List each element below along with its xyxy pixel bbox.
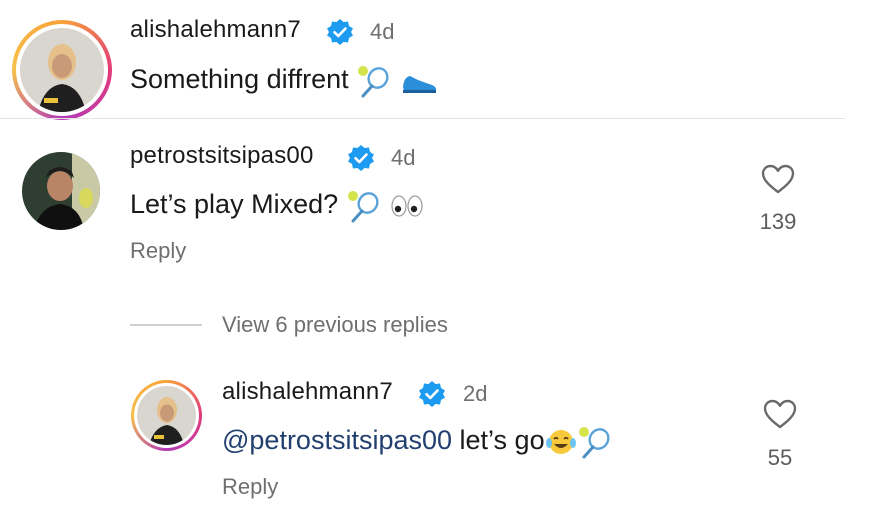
verified-badge-icon xyxy=(419,381,445,407)
story-ring[interactable] xyxy=(131,380,202,451)
comment-timestamp: 4d xyxy=(370,19,395,44)
avatar[interactable] xyxy=(22,152,100,230)
comment-text: Let’s play Mixed? xyxy=(130,189,425,223)
thread-line xyxy=(130,324,202,326)
comment-divider xyxy=(0,118,845,119)
verified-badge-icon xyxy=(348,145,374,171)
reply-timestamp: 2d xyxy=(463,381,488,406)
comment-text-body: Something diffrent xyxy=(130,64,349,95)
comment-username[interactable]: petrostsitsipas00 xyxy=(130,142,314,170)
story-ring[interactable] xyxy=(12,20,112,120)
avatar xyxy=(137,386,196,445)
like-count: 139 xyxy=(759,209,797,234)
mention-link[interactable]: @petrostsitsipas00 xyxy=(222,425,452,455)
reply-button[interactable]: Reply xyxy=(130,238,186,264)
comment-text-body: Let’s play Mixed? xyxy=(130,189,339,220)
heart-icon[interactable] xyxy=(762,398,798,430)
heart-icon[interactable] xyxy=(760,163,796,195)
tennis-racket-icon xyxy=(347,191,379,223)
eyes-icon xyxy=(391,195,423,217)
tears-of-joy-icon xyxy=(545,430,576,454)
view-previous-replies-button[interactable]: View 6 previous replies xyxy=(222,312,448,338)
verified-badge-icon xyxy=(327,19,353,45)
avatar xyxy=(20,28,104,112)
comment-timestamp: 4d xyxy=(391,145,416,170)
tennis-racket-icon xyxy=(578,427,610,459)
like-count: 55 xyxy=(767,445,793,470)
sneaker-icon xyxy=(402,76,436,93)
tennis-racket-icon xyxy=(358,66,389,98)
reply-button[interactable]: Reply xyxy=(222,474,278,500)
reply-username[interactable]: alishalehmann7 xyxy=(222,378,393,406)
reply-text-body: let’s go xyxy=(459,425,545,456)
comment-username[interactable]: alishalehmann7 xyxy=(130,16,301,44)
reply-text: @petrostsitsipas00 let’s go xyxy=(222,425,613,459)
comment-text: Something diffrent xyxy=(130,64,438,98)
